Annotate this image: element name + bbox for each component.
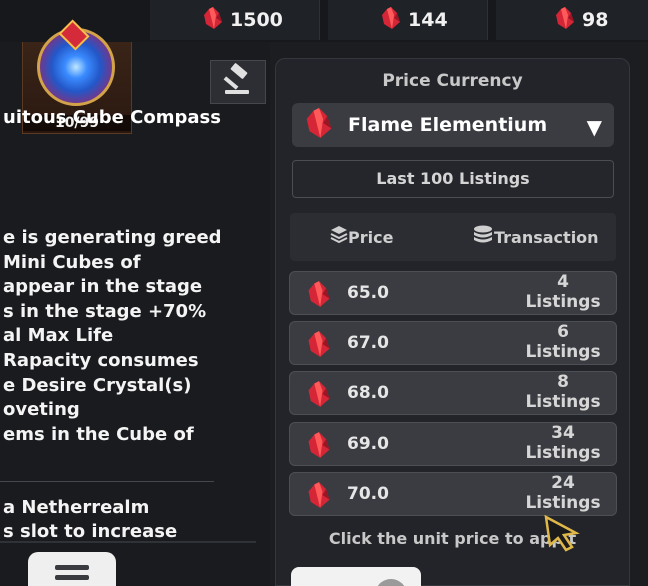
coin-stack-icon bbox=[472, 224, 494, 250]
currency-amount: 144 bbox=[408, 9, 448, 31]
listing-unit: Listings bbox=[525, 392, 601, 412]
listing-price[interactable]: 68.0 bbox=[347, 383, 389, 403]
listing-price[interactable]: 65.0 bbox=[347, 283, 389, 303]
layers-icon bbox=[330, 225, 348, 249]
cube-compass-icon bbox=[37, 19, 115, 106]
listing-count: 4 bbox=[557, 272, 569, 292]
listing-quantity: 4 Listings bbox=[518, 272, 608, 312]
auction-button[interactable] bbox=[210, 60, 266, 104]
selected-currency: Flame Elementium bbox=[348, 114, 548, 136]
listing-quantity: 6 Listings bbox=[518, 322, 608, 362]
description-line: Mini Cubes of bbox=[3, 251, 141, 273]
sort-price-label: Price bbox=[348, 227, 394, 247]
description-line: Rapacity consumes bbox=[3, 349, 199, 371]
listing-unit: Listings bbox=[525, 493, 601, 513]
item-name: uitous Cube Compass bbox=[3, 107, 221, 128]
item-description: e is generating greed Mini Cubes of appe… bbox=[0, 226, 270, 447]
menu-icon-bar bbox=[55, 574, 89, 580]
flame-elementium-icon bbox=[306, 481, 332, 513]
currency-slot-1: 1500 bbox=[150, 0, 320, 40]
flame-elementium-icon bbox=[306, 431, 332, 463]
listing-row[interactable]: 65.0 4 Listings bbox=[289, 271, 617, 315]
action-button[interactable] bbox=[291, 567, 421, 586]
flame-elementium-icon bbox=[306, 330, 332, 362]
listing-unit: Listings bbox=[525, 292, 601, 312]
toggle-knob-icon bbox=[375, 579, 407, 586]
listing-row[interactable]: 68.0 8 Listings bbox=[289, 371, 617, 415]
description-line: a Netherrealm bbox=[3, 497, 150, 518]
chevron-down-icon: ▼ bbox=[586, 115, 602, 139]
listing-count: 8 bbox=[557, 372, 569, 392]
listing-count: 34 bbox=[551, 423, 575, 443]
currency-amount: 98 bbox=[582, 9, 609, 31]
menu-icon-bar bbox=[55, 564, 89, 570]
description-line: e Desire Crystal(s) bbox=[3, 374, 192, 396]
flame-elementium-icon bbox=[202, 6, 224, 34]
description-line: al Max Life bbox=[3, 325, 114, 347]
listing-row[interactable]: 70.0 24 Listings bbox=[289, 472, 617, 516]
listing-row[interactable]: 69.0 34 Listings bbox=[289, 422, 617, 466]
price-currency-label: Price Currency bbox=[382, 71, 523, 91]
description-line: s in the stage +70% bbox=[3, 300, 207, 322]
listing-row[interactable]: 67.0 6 Listings bbox=[289, 321, 617, 365]
flame-elementium-icon bbox=[304, 106, 334, 144]
listing-price[interactable]: 69.0 bbox=[347, 434, 389, 454]
flame-elementium-icon bbox=[306, 280, 332, 312]
sort-price-button[interactable]: Price bbox=[330, 213, 393, 261]
sort-transaction-button[interactable]: Transaction bbox=[472, 213, 599, 261]
listing-price[interactable]: 67.0 bbox=[347, 333, 389, 353]
gavel-icon bbox=[221, 63, 255, 101]
market-panel: Price Currency Flame Elementium ▼ Last 1… bbox=[275, 58, 630, 586]
description-line: appear in the stage bbox=[3, 276, 203, 298]
listing-quantity: 34 Listings bbox=[518, 423, 608, 463]
divider bbox=[0, 541, 256, 543]
last-listings-button[interactable]: Last 100 Listings bbox=[292, 160, 614, 198]
listing-quantity: 24 Listings bbox=[518, 473, 608, 513]
description-line: ems in the Cube of bbox=[3, 423, 194, 445]
flame-elementium-icon bbox=[380, 6, 402, 34]
flame-elementium-icon bbox=[306, 380, 332, 412]
currency-amount: 1500 bbox=[230, 9, 283, 31]
listing-count: 24 bbox=[551, 473, 575, 493]
menu-button[interactable] bbox=[28, 552, 116, 586]
listing-unit: Listings bbox=[525, 342, 601, 362]
sort-bar: Price Transaction bbox=[290, 213, 616, 261]
listing-unit: Listings bbox=[525, 443, 601, 463]
cursor-icon bbox=[542, 513, 582, 557]
description-line: e is generating greed bbox=[3, 227, 222, 248]
listing-quantity: 8 Listings bbox=[518, 372, 608, 412]
currency-dropdown[interactable]: Flame Elementium ▼ bbox=[292, 103, 614, 147]
item-description-extra: a Netherrealm s slot to increase bbox=[0, 496, 270, 544]
description-line: oveting bbox=[3, 399, 80, 421]
listing-price[interactable]: 70.0 bbox=[347, 484, 389, 504]
sort-transaction-label: Transaction bbox=[494, 227, 599, 247]
currency-slot-2: 144 bbox=[328, 0, 488, 40]
currency-slot-3: 98 bbox=[496, 0, 648, 40]
listing-count: 6 bbox=[557, 322, 569, 342]
divider bbox=[0, 481, 214, 482]
flame-elementium-icon bbox=[554, 6, 576, 34]
